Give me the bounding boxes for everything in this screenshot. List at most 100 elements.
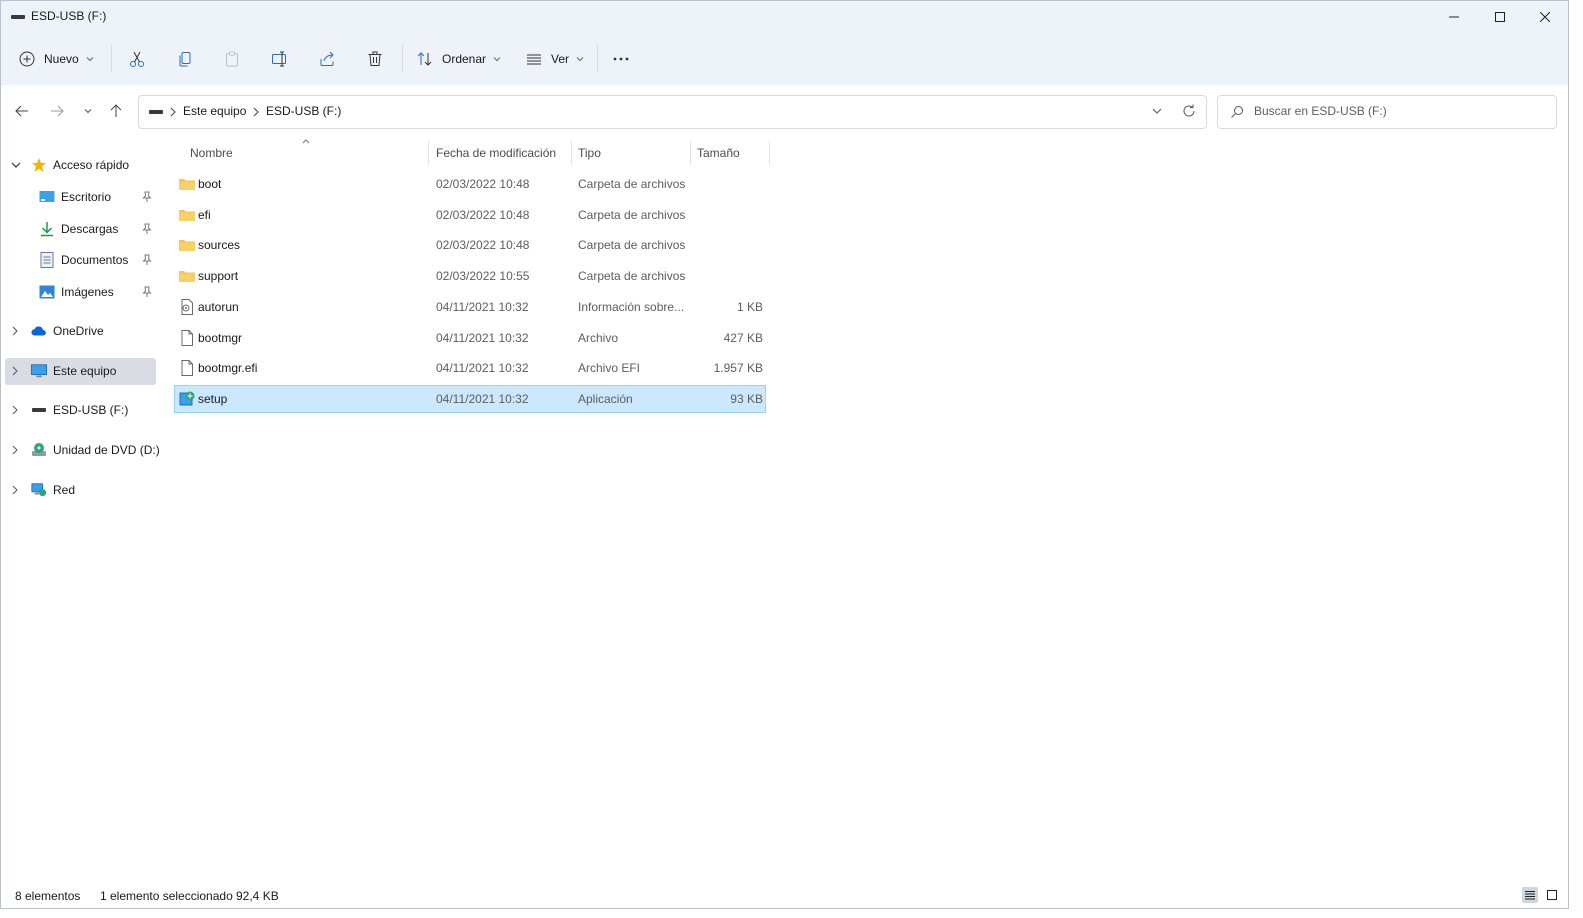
explorer-window: ESD-USB (F:) Nuevo Ordenar Ver Este equi…	[0, 0, 1569, 909]
file-row[interactable]: efi 02/03/2022 10:48 Carpeta de archivos	[174, 201, 766, 229]
tiles-view-icon	[1547, 890, 1557, 900]
sidebar-item-onedrive[interactable]: OneDrive	[12, 318, 104, 344]
copy-button[interactable]	[176, 43, 194, 75]
divider	[111, 45, 112, 73]
file-type: Carpeta de archivos	[578, 207, 686, 222]
folder-icon	[178, 175, 196, 193]
documents-icon	[39, 252, 55, 268]
arrow-left-icon	[15, 105, 28, 117]
refresh-button[interactable]	[1175, 96, 1203, 126]
chevron-right-icon[interactable]	[11, 477, 19, 503]
column-header-name[interactable]: Nombre	[190, 139, 233, 167]
view-button[interactable]: Ver	[525, 43, 584, 75]
copy-icon	[179, 52, 191, 67]
chevron-right-icon[interactable]	[11, 437, 19, 463]
title-bar[interactable]: ESD-USB (F:)	[1, 1, 1568, 33]
details-view-button[interactable]	[1522, 887, 1538, 903]
file-row[interactable]: bootmgr.efi 04/11/2021 10:32 Archivo EFI 1.…	[174, 354, 766, 382]
divider	[597, 45, 598, 73]
cut-button[interactable]	[128, 43, 146, 75]
file-date: 02/03/2022 10:55	[436, 269, 530, 284]
close-button[interactable]	[1522, 1, 1568, 33]
chevron-right-icon[interactable]	[11, 318, 19, 344]
breadcrumb-usb[interactable]: ESD-USB (F:)	[266, 104, 341, 118]
sidebar-item-desktop[interactable]: Escritorio	[39, 184, 165, 210]
sidebar-label: ESD-USB (F:)	[53, 403, 129, 417]
sidebar-item-documents[interactable]: Documentos	[39, 247, 165, 273]
paste-icon	[226, 51, 238, 67]
search-box[interactable]	[1217, 95, 1557, 129]
sidebar-label: Escritorio	[61, 190, 112, 204]
new-button[interactable]: Nuevo	[19, 43, 94, 75]
file-type: Carpeta de archivos	[578, 238, 686, 253]
file-size	[695, 232, 763, 258]
sidebar-item-this-pc[interactable]: Este equipo	[12, 358, 116, 384]
chevron-right-icon	[170, 107, 176, 117]
drive-icon	[149, 110, 163, 114]
chevron-right-icon[interactable]	[11, 358, 19, 384]
view-list-icon	[527, 54, 541, 65]
recent-locations-button[interactable]	[76, 99, 100, 123]
column-divider[interactable]	[769, 141, 770, 165]
search-input[interactable]	[1254, 96, 1544, 126]
up-button[interactable]	[104, 99, 128, 123]
sidebar-label: Descargas	[61, 222, 119, 236]
address-history-button[interactable]	[1143, 96, 1171, 126]
network-icon	[31, 482, 47, 498]
pin-icon	[142, 223, 152, 234]
column-header-type[interactable]: Tipo	[578, 139, 601, 167]
file-row[interactable]: autorun 04/11/2021 10:32 Información sobre…	[174, 293, 766, 321]
folder-icon	[178, 206, 196, 224]
trash-icon	[368, 51, 382, 66]
delete-button[interactable]	[366, 43, 384, 75]
file-row[interactable]: sources 02/03/2022 10:48 Carpeta de archiv…	[174, 231, 766, 259]
maximize-button[interactable]	[1477, 1, 1523, 33]
file-row[interactable]: setup 04/11/2021 10:32 Aplicación 93 KB	[174, 384, 766, 413]
address-bar[interactable]: Este equipo ESD-USB (F:)	[138, 95, 1207, 129]
file-row[interactable]: support 02/03/2022 10:55 Carpeta de archiv…	[174, 262, 766, 290]
more-options-button[interactable]	[611, 43, 631, 75]
chevron-down-icon[interactable]	[11, 152, 21, 178]
forward-button[interactable]	[45, 99, 69, 123]
breadcrumb-this-pc[interactable]: Este equipo	[183, 104, 246, 118]
file-date: 02/03/2022 10:48	[436, 207, 530, 222]
file-date: 04/11/2021 10:32	[436, 330, 529, 345]
column-header-date[interactable]: Fecha de modificación	[436, 139, 556, 167]
sidebar-item-quick-access[interactable]: Acceso rápido	[11, 152, 129, 178]
setup-app-icon	[178, 390, 196, 408]
file-name: setup	[198, 391, 228, 406]
column-divider[interactable]	[428, 141, 429, 165]
sidebar-item-pictures[interactable]: Imágenes	[39, 279, 165, 305]
column-header-size[interactable]: Tamaño	[697, 139, 740, 167]
sidebar-item-downloads[interactable]: Descargas	[39, 216, 165, 242]
file-list: Nombre Fecha de modificación Tipo Tamaño…	[166, 137, 1568, 882]
file-row[interactable]: boot 02/03/2022 10:48 Carpeta de archivos	[174, 170, 766, 198]
more-icon	[613, 57, 629, 61]
rename-button[interactable]	[271, 43, 289, 75]
file-name: sources	[198, 238, 241, 253]
selection-count: 1 elemento seleccionado	[100, 889, 233, 903]
back-button[interactable]	[10, 99, 34, 123]
sidebar-item-dvd-drive[interactable]: Unidad de DVD (D:)	[12, 437, 160, 463]
tiles-view-button[interactable]	[1544, 887, 1560, 903]
plus-circle-icon	[19, 51, 35, 67]
rename-icon	[272, 51, 286, 67]
pictures-icon	[39, 284, 55, 300]
computer-icon	[31, 363, 47, 379]
window-title: ESD-USB (F:)	[31, 9, 107, 23]
file-date: 04/11/2021 10:32	[436, 391, 529, 406]
file-type: Información sobre...	[578, 299, 685, 314]
column-divider[interactable]	[571, 141, 572, 165]
sidebar-label: Documentos	[61, 253, 129, 267]
paste-button[interactable]	[223, 43, 241, 75]
minimize-button[interactable]	[1431, 1, 1477, 33]
share-button[interactable]	[318, 43, 336, 75]
sort-button[interactable]: Ordenar	[416, 43, 501, 75]
column-divider[interactable]	[690, 141, 691, 165]
file-row[interactable]: bootmgr 04/11/2021 10:32 Archivo 427 KB	[174, 324, 766, 352]
desktop-icon	[39, 189, 55, 205]
file-size: 427 KB	[723, 330, 763, 345]
sidebar-item-usb-drive[interactable]: ESD-USB (F:)	[12, 397, 129, 423]
sidebar-item-network[interactable]: Red	[12, 477, 75, 503]
chevron-right-icon[interactable]	[11, 397, 19, 423]
